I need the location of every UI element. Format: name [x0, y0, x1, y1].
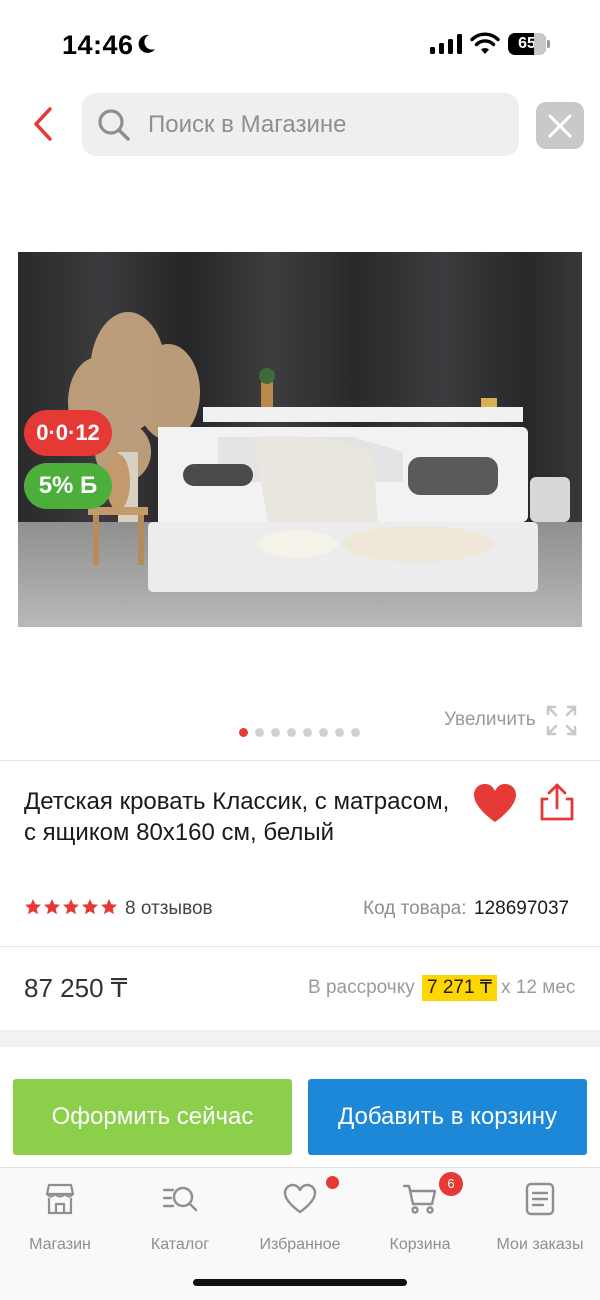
- heart-outline-icon: [283, 1183, 317, 1214]
- favorites-notification-dot: [326, 1176, 339, 1189]
- section-separator: [0, 1030, 600, 1047]
- status-bar: 14:46 65: [0, 0, 600, 88]
- product-price: 87 250 ₸: [24, 973, 128, 1003]
- star-icon: [82, 899, 98, 915]
- sku-label: Код товара:: [363, 898, 467, 919]
- pagination-dot[interactable]: [351, 728, 360, 737]
- expand-icon[interactable]: [546, 705, 577, 736]
- installment-label: В рассрочку: [308, 977, 415, 998]
- pagination-dot[interactable]: [287, 728, 296, 737]
- pagination-dot[interactable]: [271, 728, 280, 737]
- orders-icon: [525, 1182, 555, 1216]
- search-icon: [98, 109, 130, 141]
- product-title: Детская кровать Классик, с матрасом, с я…: [24, 788, 450, 846]
- tab-label: Каталог: [150, 1236, 210, 1253]
- search-input[interactable]: Поиск в Магазине: [82, 93, 519, 156]
- close-search-button[interactable]: [536, 102, 584, 149]
- divider: [0, 760, 600, 761]
- battery-empty-portion: [534, 33, 546, 55]
- heart-filled-icon[interactable]: [472, 782, 518, 824]
- tab-label: Корзина: [389, 1236, 451, 1253]
- installment-badge: 0·0·12: [24, 410, 112, 456]
- star-icon: [25, 899, 41, 915]
- pagination-dot[interactable]: [239, 728, 248, 737]
- close-icon: [548, 114, 572, 138]
- star-icon: [63, 899, 79, 915]
- installment-term: х 12 мес: [501, 977, 576, 998]
- tab-orders[interactable]: Мои заказы: [480, 1180, 600, 1260]
- cart-icon: [403, 1184, 437, 1214]
- wifi-icon: [470, 32, 500, 54]
- tab-catalog[interactable]: Каталог: [120, 1180, 240, 1260]
- reviews-link[interactable]: 8 отзывов: [125, 898, 213, 920]
- divider: [0, 946, 600, 947]
- status-time: 14:46: [62, 30, 134, 60]
- tab-store[interactable]: Магазин: [0, 1180, 120, 1260]
- tab-cart[interactable]: Корзина: [360, 1180, 480, 1260]
- rating-stars[interactable]: [24, 898, 118, 916]
- share-icon[interactable]: [538, 782, 576, 822]
- battery-indicator: 65: [508, 33, 550, 55]
- tab-label: Мои заказы: [496, 1236, 584, 1253]
- tab-label: Избранное: [259, 1236, 341, 1253]
- sku-value: 128697037: [474, 898, 570, 919]
- add-to-cart-button[interactable]: Добавить в корзину: [308, 1079, 587, 1155]
- installment-amount: 7 271 ₸: [422, 975, 497, 1001]
- catalog-search-icon: [163, 1186, 197, 1212]
- image-pagination[interactable]: [239, 728, 360, 738]
- buy-now-button[interactable]: Оформить сейчас: [13, 1079, 292, 1155]
- cart-count-badge: 6: [439, 1172, 463, 1196]
- pagination-dot[interactable]: [335, 728, 344, 737]
- search-placeholder: Поиск в Магазине: [148, 111, 347, 138]
- bonus-badge: 5% Б: [24, 463, 112, 509]
- store-icon: [45, 1183, 75, 1215]
- pagination-dot[interactable]: [303, 728, 312, 737]
- battery-tip: [547, 40, 550, 48]
- tab-favorites[interactable]: Избранное: [240, 1180, 360, 1260]
- home-indicator[interactable]: [193, 1279, 407, 1286]
- moon-icon: [138, 34, 155, 53]
- pagination-dot[interactable]: [255, 728, 264, 737]
- star-icon: [101, 899, 117, 915]
- zoom-label[interactable]: Увеличить: [444, 709, 536, 731]
- cellular-signal-icon: [430, 34, 462, 54]
- star-icon: [44, 899, 60, 915]
- pagination-dot[interactable]: [319, 728, 328, 737]
- tab-label: Магазин: [29, 1236, 91, 1253]
- back-chevron-icon[interactable]: [28, 104, 62, 144]
